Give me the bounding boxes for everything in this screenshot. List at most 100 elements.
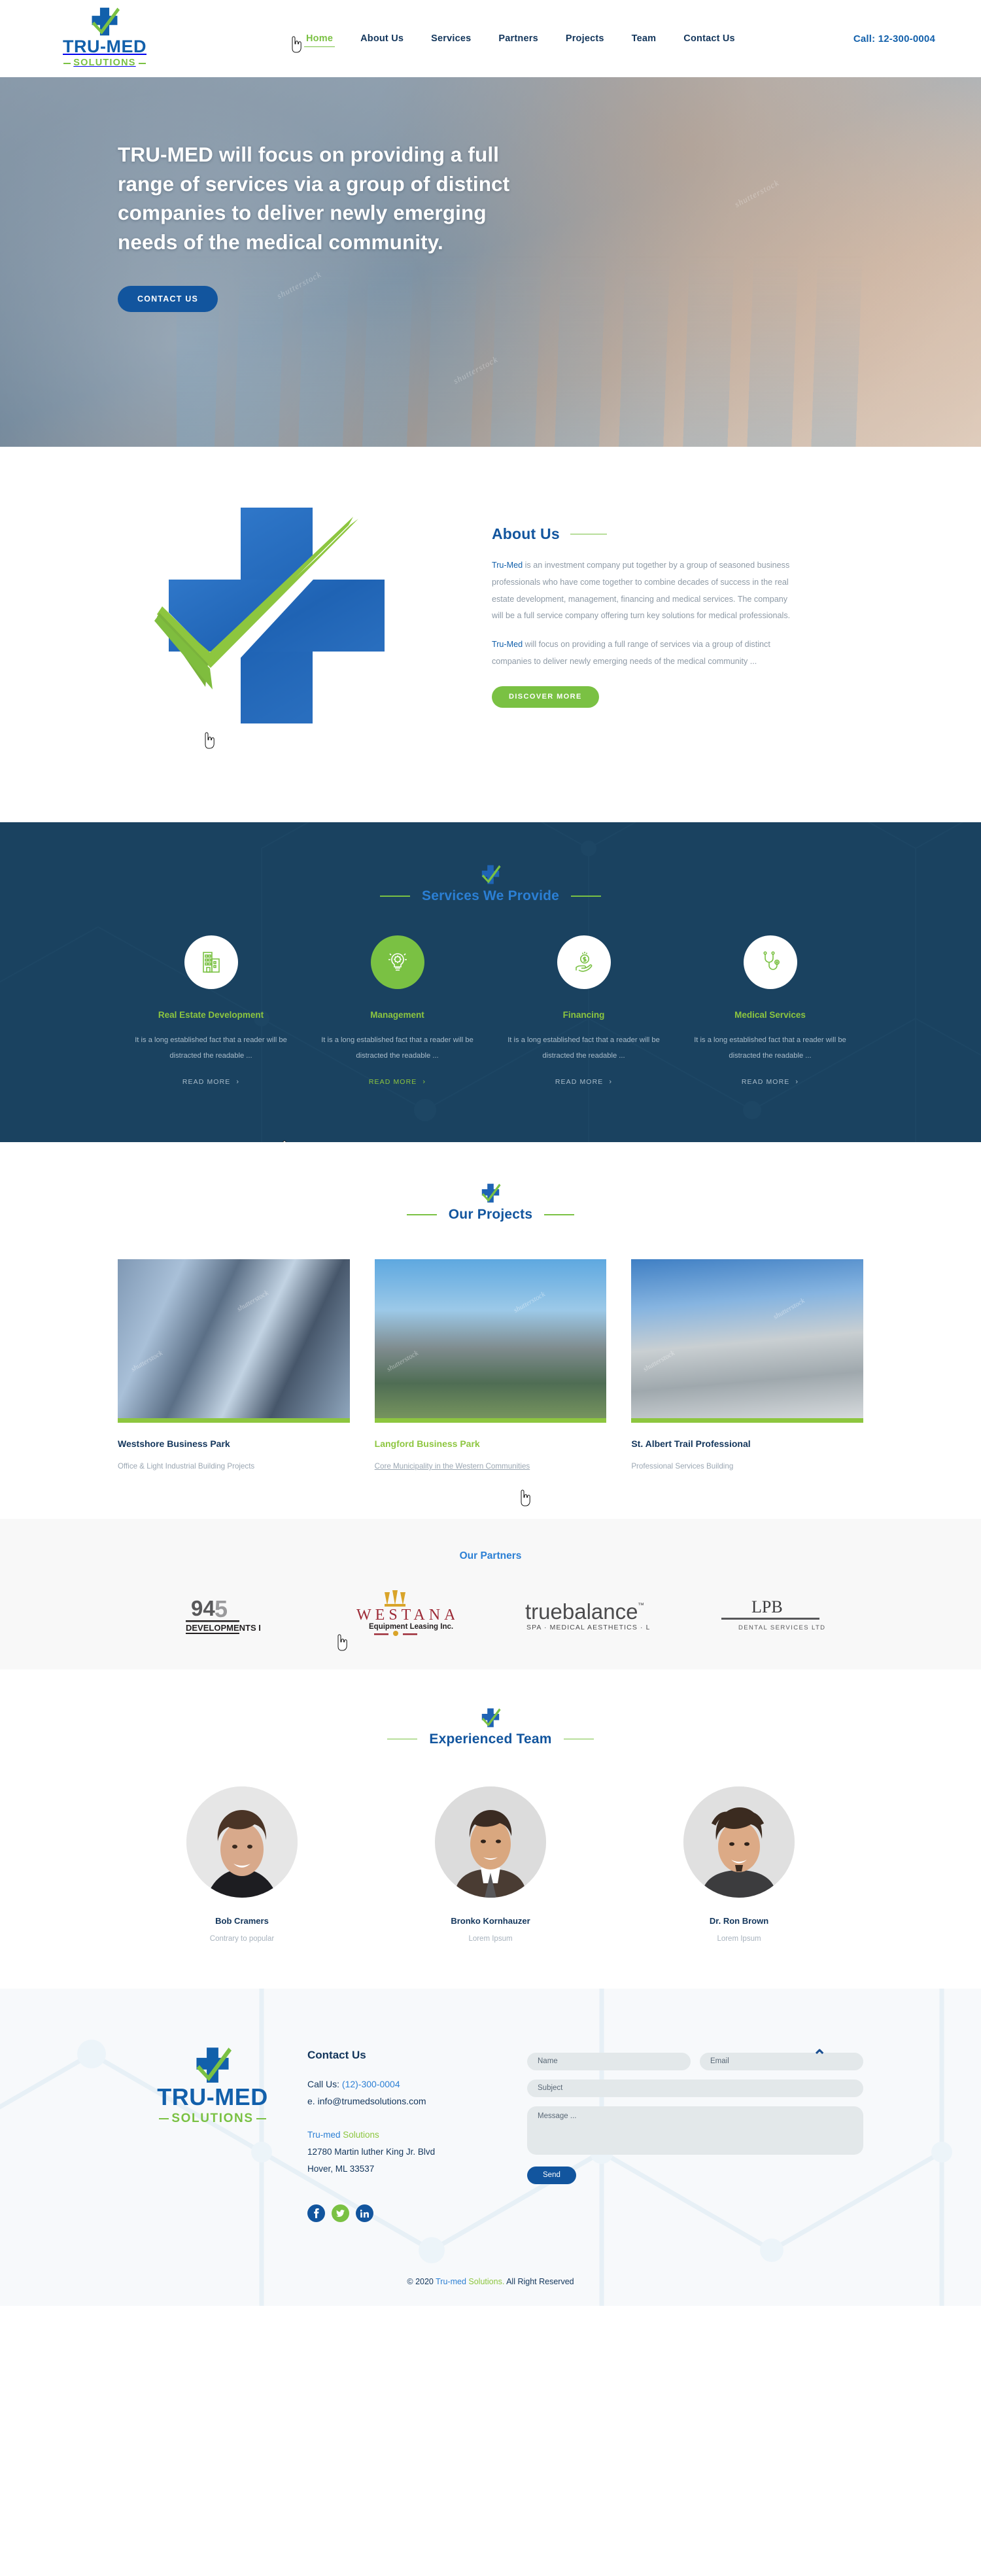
projects-grid: shutterstock shutterstock Westshore Busi… <box>118 1259 863 1506</box>
partner-logo-truebalance[interactable]: truebalance ™ SPA · MEDICAL AESTHETICS ·… <box>490 1593 677 1635</box>
svg-text:DENTAL SERVICES LTD.: DENTAL SERVICES LTD. <box>738 1624 826 1631</box>
scroll-to-top-icon[interactable]: ⌃ <box>812 2047 827 2064</box>
project-image: shutterstock shutterstock <box>631 1259 863 1423</box>
nav-item-team[interactable]: Team <box>632 33 657 44</box>
project-image-watermark: shutterstock <box>512 1290 547 1315</box>
project-card-langford-business-park[interactable]: shutterstock shutterstock Langford Busin… <box>374 1259 607 1506</box>
team-heading: Experienced Team <box>118 1707 863 1747</box>
project-image-watermark: shutterstock <box>642 1349 676 1374</box>
copyright-brand-blue: Tru-med <box>436 2277 469 2287</box>
service-card-medical-services[interactable]: Medical Services It is a long establishe… <box>677 935 863 1087</box>
footer-logo[interactable]: TRU-MED SOLUTIONS <box>118 2034 307 2223</box>
team-member-dr-ron-brown[interactable]: Dr. Ron Brown Lorem Ipsum <box>615 1786 863 1943</box>
facebook-icon[interactable] <box>307 2204 325 2223</box>
service-icon-wrapper <box>184 935 238 989</box>
team-member-bob-cramers[interactable]: Bob Cramers Contrary to popular <box>118 1786 366 1943</box>
team-member-role: Contrary to popular <box>209 1934 275 1943</box>
header-phone-link[interactable]: Call: 12-300-0004 <box>853 33 935 44</box>
chevron-right-icon: › <box>795 1078 799 1087</box>
project-description: Core Municipality in the Western Communi… <box>374 1462 530 1471</box>
partners-logo-row: 94 5 DEVELOPMENTS INC. WESTANA Equipment… <box>118 1588 863 1651</box>
nav-item-about-us[interactable]: About Us <box>360 33 404 44</box>
footer-email-line: e. info@trumedsolutions.com <box>307 2093 504 2110</box>
about-section: About Us Tru-Med is an investment compan… <box>0 447 981 822</box>
copyright-brand-green: Solutions. <box>468 2277 505 2287</box>
footer-email-value[interactable]: info@trumedsolutions.com <box>318 2096 426 2106</box>
footer-company-name-green: Solutions <box>343 2130 379 2140</box>
footer-address-block: Tru-med Solutions 12780 Martin luther Ki… <box>307 2127 504 2177</box>
green-checkmark-icon <box>152 516 364 689</box>
send-button[interactable]: Send <box>527 2166 576 2184</box>
logo-dash-left <box>63 62 71 64</box>
service-card-real-estate-development[interactable]: Real Estate Development It is a long est… <box>118 935 304 1087</box>
nav-item-partners[interactable]: Partners <box>498 33 538 44</box>
nav-item-projects[interactable]: Projects <box>566 33 604 44</box>
tru-med-cross-check-icon <box>190 2046 235 2084</box>
nav-item-contact-us[interactable]: Contact Us <box>683 33 735 44</box>
team-section: Experienced Team Bob Cramers Contrary to… <box>0 1669 981 1989</box>
about-paragraph-2-body: will focus on providing a full range of … <box>492 640 770 667</box>
discover-more-button[interactable]: DISCOVER MORE <box>492 686 599 708</box>
projects-section: Our Projects shutterstock shutterstock W… <box>0 1142 981 1519</box>
nav-item-home[interactable]: Home <box>303 33 336 47</box>
partners-section: Our Partners 94 5 DEVELOPMENTS INC. <box>0 1518 981 1669</box>
services-section: Services We Provide Real Estate Developm… <box>0 822 981 1143</box>
project-card-st-albert-trail-professional[interactable]: shutterstock shutterstock St. Albert Tra… <box>631 1259 863 1474</box>
message-textarea[interactable] <box>527 2106 863 2155</box>
svg-text:DEVELOPMENTS INC.: DEVELOPMENTS INC. <box>186 1623 260 1633</box>
footer-social-links <box>307 2204 504 2223</box>
partner-logo-945-developments[interactable]: 94 5 DEVELOPMENTS INC. <box>118 1592 304 1635</box>
name-input[interactable] <box>527 2052 691 2070</box>
svg-text:LPB: LPB <box>751 1597 783 1616</box>
service-read-more-link[interactable]: READ MORE › <box>369 1078 426 1086</box>
partner-logo-westana[interactable]: WESTANA Equipment Leasing Inc. <box>304 1588 490 1651</box>
service-card-financing[interactable]: Financing It is a long established fact … <box>490 935 677 1087</box>
services-title: Services We Provide <box>421 888 560 903</box>
mouse-cursor-pointer <box>292 36 301 53</box>
logo-sub-text: SOLUTIONS <box>73 57 136 68</box>
services-grid: Real Estate Development It is a long est… <box>118 935 863 1143</box>
tru-med-cross-check-icon <box>479 1708 502 1731</box>
hero-headline: TRU-MED will focus on providing a full r… <box>118 143 510 254</box>
project-title: Westshore Business Park <box>118 1438 230 1450</box>
partner-logo-lpb-dental[interactable]: LPB DENTAL SERVICES LTD. <box>677 1593 863 1635</box>
svg-text:SPA · MEDICAL AESTHETICS · LAS: SPA · MEDICAL AESTHETICS · LASER <box>526 1624 649 1631</box>
service-card-management[interactable]: Management It is a long established fact… <box>283 935 490 1143</box>
email-input[interactable] <box>700 2052 863 2070</box>
avatar <box>435 1786 546 1898</box>
nav-item-services[interactable]: Services <box>431 33 471 44</box>
twitter-icon[interactable] <box>332 2204 349 2223</box>
service-title: Medical Services <box>734 1010 806 1020</box>
project-image: shutterstock shutterstock <box>374 1259 607 1423</box>
footer-email-label: e. <box>307 2095 318 2106</box>
site-header: TRU-MED SOLUTIONS Home About Us Services… <box>0 0 981 77</box>
service-read-more-link[interactable]: READ MORE › <box>555 1078 612 1086</box>
projects-rule-left <box>406 1214 437 1215</box>
footer-phone-line: Call Us: (12)-300-0004 <box>307 2076 504 2093</box>
footer-contact-form: Send <box>504 2034 863 2223</box>
svg-text:™: ™ <box>638 1602 644 1609</box>
linkedin-icon[interactable] <box>356 2204 373 2223</box>
svg-text:Equipment Leasing Inc.: Equipment Leasing Inc. <box>369 1623 453 1631</box>
hero-contact-us-button[interactable]: CONTACT US <box>118 285 218 312</box>
footer-phone-link[interactable]: (12)-300-0004 <box>342 2079 400 2089</box>
svg-text:truebalance: truebalance <box>525 1599 638 1624</box>
team-member-bronko-kornhauzer[interactable]: Bronko Kornhauzer Lorem Ipsum <box>366 1786 615 1943</box>
service-read-more-link[interactable]: READ MORE › <box>182 1078 239 1086</box>
site-logo[interactable]: TRU-MED SOLUTIONS <box>46 7 164 71</box>
chevron-right-icon: › <box>236 1078 240 1087</box>
footer-address-line-1: 12780 Martin luther King Jr. Blvd <box>307 2147 436 2157</box>
project-card-westshore-business-park[interactable]: shutterstock shutterstock Westshore Busi… <box>118 1259 350 1474</box>
svg-text:5: 5 <box>215 1595 228 1622</box>
money-hand-icon <box>575 952 592 972</box>
service-read-more-link[interactable]: READ MORE › <box>742 1078 799 1086</box>
team-rule-left <box>387 1738 418 1740</box>
service-read-more-label: READ MORE <box>741 1078 790 1087</box>
subject-input[interactable] <box>527 2079 863 2097</box>
logo-dash-right <box>256 2117 266 2119</box>
project-description: Professional Services Building <box>631 1462 734 1471</box>
project-image-watermark: shutterstock <box>772 1297 806 1321</box>
about-paragraph-1-lead: Tru-Med <box>492 561 523 570</box>
tru-med-cross-check-icon <box>479 1183 502 1206</box>
about-paragraph-2-lead: Tru-Med <box>492 640 523 650</box>
